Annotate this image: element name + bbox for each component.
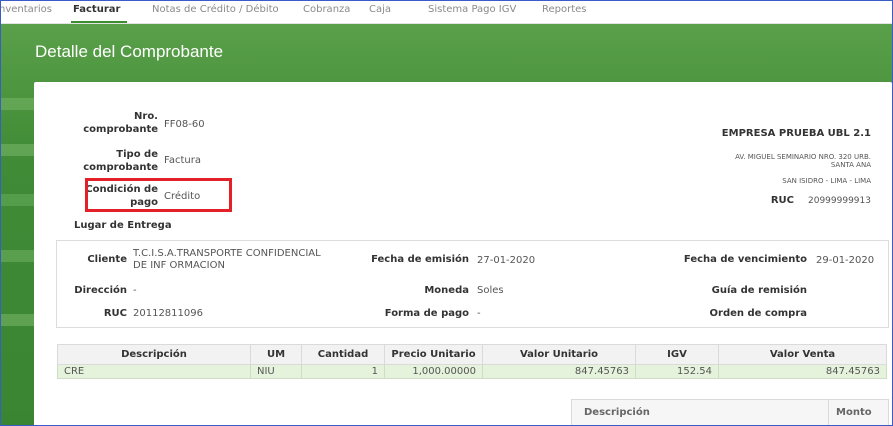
cell-um: NIU <box>250 364 302 379</box>
company-ruc-value: 20999999913 <box>808 196 871 206</box>
col-precio-unitario: Precio Unitario <box>384 344 483 365</box>
direccion-label: Dirección <box>74 285 127 296</box>
company-address-3: SAN ISIDRO - LIMA - LIMA <box>782 177 871 185</box>
col-cantidad: Cantidad <box>301 344 385 365</box>
lugar-entrega-label: Lugar de Entrega <box>74 220 172 231</box>
page-title: Detalle del Comprobante <box>35 42 224 61</box>
active-tab-indicator <box>71 21 127 23</box>
table-row[interactable]: CRE NIU 1 1,000.00000 847.45763 152.54 8… <box>57 364 887 379</box>
fecha-emision-label: Fecha de emisión <box>371 254 469 265</box>
direccion-value: - <box>133 285 137 296</box>
summary-divider <box>828 400 829 425</box>
tab-caja[interactable]: Caja <box>369 4 391 15</box>
cliente-value-line-2: DE INF ORMACION <box>133 260 225 271</box>
orden-compra-label: Orden de compra <box>709 308 807 319</box>
summary-header: Descripción Monto <box>571 399 889 425</box>
col-descripcion: Descripción <box>57 344 251 365</box>
app-frame: nventarios Facturar Notas de Crédito / D… <box>0 0 893 426</box>
col-valor-unitario: Valor Unitario <box>482 344 636 365</box>
tab-cobranza[interactable]: Cobranza <box>303 4 350 15</box>
summary-descripcion-label: Descripción <box>584 407 650 418</box>
items-table: Descripción UM Cantidad Precio Unitario … <box>57 344 887 379</box>
guia-remision-label: Guía de remisión <box>711 285 807 296</box>
moneda-value: Soles <box>477 285 504 296</box>
tab-sistema-pago-igv[interactable]: Sistema Pago IGV <box>428 4 516 15</box>
top-nav: nventarios Facturar Notas de Crédito / D… <box>1 1 892 24</box>
client-ruc-value: 20112811096 <box>133 308 203 319</box>
client-ruc-label: RUC <box>103 308 127 319</box>
cell-valor-venta: 847.45763 <box>718 364 887 379</box>
client-info-box: Cliente T.C.I.S.A.TRANSPORTE CONFIDENCIA… <box>56 240 889 328</box>
cell-descripcion: CRE <box>57 364 251 379</box>
forma-pago-value: - <box>477 308 481 319</box>
moneda-label: Moneda <box>424 285 469 296</box>
cell-precio-unitario: 1,000.00000 <box>384 364 483 379</box>
nro-comprobante-label: Nro. comprobante <box>83 111 158 135</box>
col-valor-venta: Valor Venta <box>718 344 887 365</box>
items-header-row: Descripción UM Cantidad Precio Unitario … <box>57 344 887 365</box>
company-name: EMPRESA PRUEBA UBL 2.1 <box>721 128 871 139</box>
fecha-vencimiento-value: 29-01-2020 <box>816 255 875 266</box>
fecha-vencimiento-label: Fecha de vencimiento <box>683 254 807 265</box>
forma-pago-label: Forma de pago <box>384 308 469 319</box>
company-address-2: SANTA ANA <box>830 161 871 169</box>
company-address-1: AV. MIGUEL SEMINARIO NRO. 320 URB. <box>735 153 871 161</box>
nro-comprobante-value: FF08-60 <box>164 119 205 130</box>
company-ruc-label: RUC <box>770 195 794 206</box>
cliente-label: Cliente <box>87 254 127 265</box>
highlight-box <box>85 178 232 212</box>
tipo-comprobante-label: Tipo de comprobante <box>83 149 158 173</box>
cell-valor-unitario: 847.45763 <box>482 364 636 379</box>
tipo-comprobante-value: Factura <box>164 155 201 166</box>
tab-facturar[interactable]: Facturar <box>73 4 120 15</box>
cell-cantidad: 1 <box>301 364 385 379</box>
comprobante-card: Nro. comprobante FF08-60 Tipo de comprob… <box>34 82 892 425</box>
col-um: UM <box>250 344 302 365</box>
tab-inventarios[interactable]: nventarios <box>1 4 52 15</box>
tab-reportes[interactable]: Reportes <box>542 4 587 15</box>
fecha-emision-value: 27-01-2020 <box>477 255 536 266</box>
col-igv: IGV <box>635 344 719 365</box>
summary-monto-label: Monto <box>836 407 872 418</box>
cell-igv: 152.54 <box>635 364 719 379</box>
tab-notas-credito-debito[interactable]: Notas de Crédito / Débito <box>152 4 279 15</box>
